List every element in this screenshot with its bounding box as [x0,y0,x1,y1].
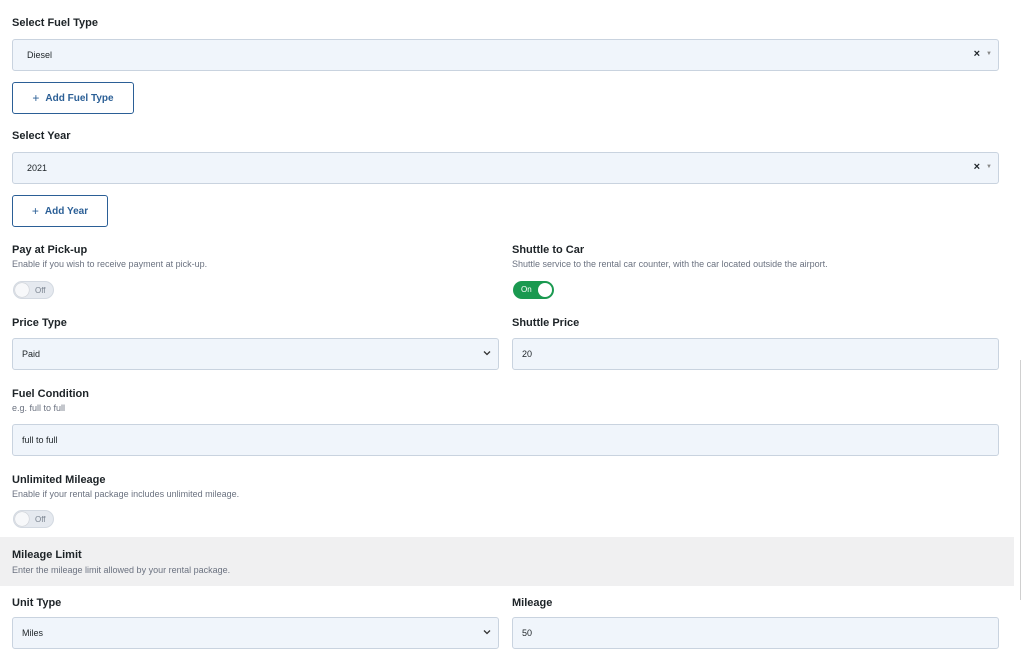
toggle-knob [15,512,29,526]
price-type-selected-value: Paid [22,349,41,359]
plus-icon: + [31,204,39,218]
pay-at-pickup-toggle[interactable]: Off [13,281,54,299]
clear-year-icon[interactable]: × [974,161,980,173]
clear-fuel-type-icon[interactable]: × [974,48,980,60]
toggle-state-text: On [521,285,532,294]
chevron-down-icon [483,630,491,635]
dropdown-arrow-icon[interactable]: ▼ [986,164,992,170]
add-year-label: Add Year [44,205,89,217]
add-fuel-type-label: Add Fuel Type [45,92,114,104]
unlimited-mileage-description: Enable if your rental package includes u… [12,489,240,499]
shuttle-to-car-description: Shuttle service to the rental car counte… [512,259,828,269]
fuel-type-selected-value: Diesel [27,50,53,60]
toggle-knob [538,283,552,297]
shuttle-price-input[interactable]: 20 [512,338,999,370]
year-selected-value: 2021 [27,163,48,173]
unlimited-mileage-label: Unlimited Mileage [12,474,106,486]
chevron-down-icon [483,351,491,356]
mileage-input[interactable]: 50 [512,617,999,649]
add-year-button[interactable]: + Add Year [12,195,108,227]
price-type-select[interactable]: Paid [12,338,499,370]
scrollbar[interactable] [1020,360,1021,600]
shuttle-price-value: 20 [522,349,533,359]
shuttle-to-car-label: Shuttle to Car [512,244,585,256]
fuel-condition-description: e.g. full to full [12,403,66,413]
mileage-limit-section [0,537,1014,586]
year-select[interactable]: 2021 × ▼ [12,152,999,184]
add-fuel-type-button[interactable]: + Add Fuel Type [12,82,134,114]
fuel-condition-value: full to full [22,435,58,445]
pay-at-pickup-description: Enable if you wish to receive payment at… [12,259,208,269]
mileage-limit-label: Mileage Limit [12,549,82,561]
fuel-type-select[interactable]: Diesel × ▼ [12,39,999,71]
dropdown-arrow-icon[interactable]: ▼ [986,51,992,57]
toggle-knob [15,283,29,297]
shuttle-to-car-toggle[interactable]: On [513,281,554,299]
shuttle-price-label: Shuttle Price [512,317,580,329]
pay-at-pickup-label: Pay at Pick-up [12,244,88,256]
unlimited-mileage-toggle[interactable]: Off [13,510,54,528]
unit-type-select[interactable]: Miles [12,617,499,649]
toggle-state-text: Off [35,515,46,524]
fuel-type-label: Select Fuel Type [12,17,98,29]
fuel-condition-label: Fuel Condition [12,388,89,400]
mileage-label: Mileage [512,597,553,609]
fuel-condition-input[interactable]: full to full [12,424,999,456]
plus-icon: + [32,91,40,105]
mileage-limit-description: Enter the mileage limit allowed by your … [12,565,231,575]
mileage-value: 50 [522,628,533,638]
toggle-state-text: Off [35,286,46,295]
unit-type-selected-value: Miles [22,628,44,638]
unit-type-label: Unit Type [12,597,62,609]
price-type-label: Price Type [12,317,67,329]
year-label: Select Year [12,130,71,142]
